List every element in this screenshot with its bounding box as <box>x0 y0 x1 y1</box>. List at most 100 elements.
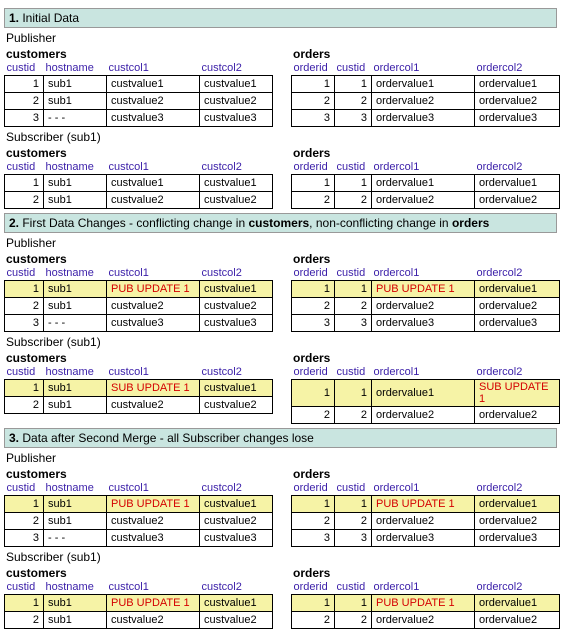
table-head: custidhostnamecustcol1custcol2 <box>5 580 273 595</box>
table-pair: customerscustidhostnamecustcol1custcol21… <box>4 349 557 424</box>
cell: 1 <box>5 496 44 513</box>
col-header: custid <box>335 160 372 175</box>
customers-table-wrap: customerscustidhostnamecustcol1custcol21… <box>4 351 273 414</box>
cell: ordervalue2 <box>372 298 475 315</box>
cell-text: 1 <box>33 78 39 90</box>
cell-text: custvalue1 <box>204 283 257 295</box>
col-header: hostname <box>44 580 107 595</box>
role-label: Publisher <box>6 31 557 45</box>
cell-text: ordervalue3 <box>479 112 537 124</box>
orders-table-wrap: ordersorderidcustidordercol1ordercol211o… <box>291 146 560 209</box>
cell: custvalue2 <box>200 192 273 209</box>
cell: custvalue2 <box>200 298 273 315</box>
cell: 2 <box>292 612 335 629</box>
section-number: 3. <box>9 431 19 445</box>
cell: custvalue1 <box>200 175 273 192</box>
col-header: custcol1 <box>107 365 200 380</box>
cell-text: custvalue1 <box>204 597 257 609</box>
cell-text: custvalue2 <box>111 399 164 411</box>
cell: sub1 <box>44 281 107 298</box>
cell-text: sub1 <box>48 283 72 295</box>
cell: SUB UPDATE 1 <box>475 380 560 407</box>
orders-table-title: orders <box>293 351 560 365</box>
cell: custvalue3 <box>107 315 200 332</box>
table-row: 22ordervalue2ordervalue2 <box>292 513 560 530</box>
cell-text: 2 <box>361 194 367 206</box>
cell: ordervalue2 <box>475 192 560 209</box>
customers-table-wrap: customerscustidhostnamecustcol1custcol21… <box>4 252 273 332</box>
cell-text: ordervalue2 <box>479 614 537 626</box>
cell: custvalue3 <box>200 110 273 127</box>
section-number: 1. <box>9 11 19 25</box>
cell: 2 <box>5 397 44 414</box>
table-pair: customerscustidhostnamecustcol1custcol21… <box>4 144 557 209</box>
table-row: 11PUB UPDATE 1ordervalue1 <box>292 496 560 513</box>
table-head: orderidcustidordercol1ordercol2 <box>292 160 560 175</box>
cell: ordervalue3 <box>475 110 560 127</box>
table-row: 11PUB UPDATE 1ordervalue1 <box>292 281 560 298</box>
orders-table: orderidcustidordercol1ordercol211PUB UPD… <box>291 481 560 547</box>
customers-table-title: customers <box>6 252 273 266</box>
cell-text: 1 <box>361 387 367 399</box>
customers-table-title: customers <box>6 566 273 580</box>
cell-text: PUB UPDATE 1 <box>111 498 190 510</box>
cell-text: custvalue1 <box>204 382 257 394</box>
col-header: custid <box>335 481 372 496</box>
cell-text: custvalue3 <box>111 112 164 124</box>
cell: - - - <box>44 530 107 547</box>
cell-text: 3 <box>324 112 330 124</box>
cell-text: ordervalue1 <box>479 78 537 90</box>
table-body: 11ordervalue1ordervalue122ordervalue2ord… <box>292 76 560 127</box>
section-title-text: First Data Changes - conflicting change … <box>19 216 248 230</box>
table-row: 22ordervalue2ordervalue2 <box>292 93 560 110</box>
cell-text: custvalue3 <box>204 112 257 124</box>
customers-table-title: customers <box>6 467 273 481</box>
cell-text: 1 <box>324 387 330 399</box>
table-row: 1sub1PUB UPDATE 1custvalue1 <box>5 281 273 298</box>
cell: 2 <box>5 192 44 209</box>
cell: ordervalue1 <box>372 380 475 407</box>
orders-table: orderidcustidordercol1ordercol211orderva… <box>291 61 560 127</box>
cell-text: 2 <box>324 614 330 626</box>
orders-table-wrap: ordersorderidcustidordercol1ordercol211P… <box>291 467 560 547</box>
cell: - - - <box>44 110 107 127</box>
cell-text: PUB UPDATE 1 <box>376 498 455 510</box>
cell-text: 3 <box>33 317 39 329</box>
orders-table-title: orders <box>293 467 560 481</box>
cell-text: sub1 <box>48 597 72 609</box>
cell: 3 <box>5 315 44 332</box>
cell-text: 3 <box>33 112 39 124</box>
col-header: hostname <box>44 481 107 496</box>
table-row: 2sub1custvalue2custvalue2 <box>5 93 273 110</box>
table-head: orderidcustidordercol1ordercol2 <box>292 61 560 76</box>
cell: 3 <box>292 110 335 127</box>
cell-text: ordervalue2 <box>376 409 434 421</box>
cell: 1 <box>292 76 335 93</box>
cell: sub1 <box>44 496 107 513</box>
cell: PUB UPDATE 1 <box>372 281 475 298</box>
cell: PUB UPDATE 1 <box>372 496 475 513</box>
cell-text: sub1 <box>48 515 72 527</box>
col-header: hostname <box>44 266 107 281</box>
table-body: 11ordervalue1SUB UPDATE 122ordervalue2or… <box>292 380 560 424</box>
cell: custvalue1 <box>200 281 273 298</box>
cell-text: custvalue2 <box>204 95 257 107</box>
cell-text: 2 <box>361 409 367 421</box>
header-row: custidhostnamecustcol1custcol2 <box>5 481 273 496</box>
cell: ordervalue2 <box>372 192 475 209</box>
cell-text: custvalue2 <box>111 614 164 626</box>
table-row: 3- - -custvalue3custvalue3 <box>5 530 273 547</box>
cell: ordervalue2 <box>475 612 560 629</box>
col-header: custcol2 <box>200 61 273 76</box>
cell-text: 1 <box>33 382 39 394</box>
col-header: hostname <box>44 160 107 175</box>
section-title-text: Initial Data <box>19 11 79 25</box>
cell: 3 <box>292 530 335 547</box>
role-label: Subscriber (sub1) <box>6 335 557 349</box>
table-body: 11ordervalue1ordervalue122ordervalue2ord… <box>292 175 560 209</box>
table-row: 1 1 ordervalue1SUB UPDATE 1 <box>292 380 560 407</box>
header-row: orderidcustidordercol1ordercol2 <box>292 365 560 380</box>
table-pair: customerscustidhostnamecustcol1custcol21… <box>4 465 557 547</box>
header-row: custidhostnamecustcol1custcol2 <box>5 61 273 76</box>
customers-table: custidhostnamecustcol1custcol21sub1PUB U… <box>4 266 273 332</box>
